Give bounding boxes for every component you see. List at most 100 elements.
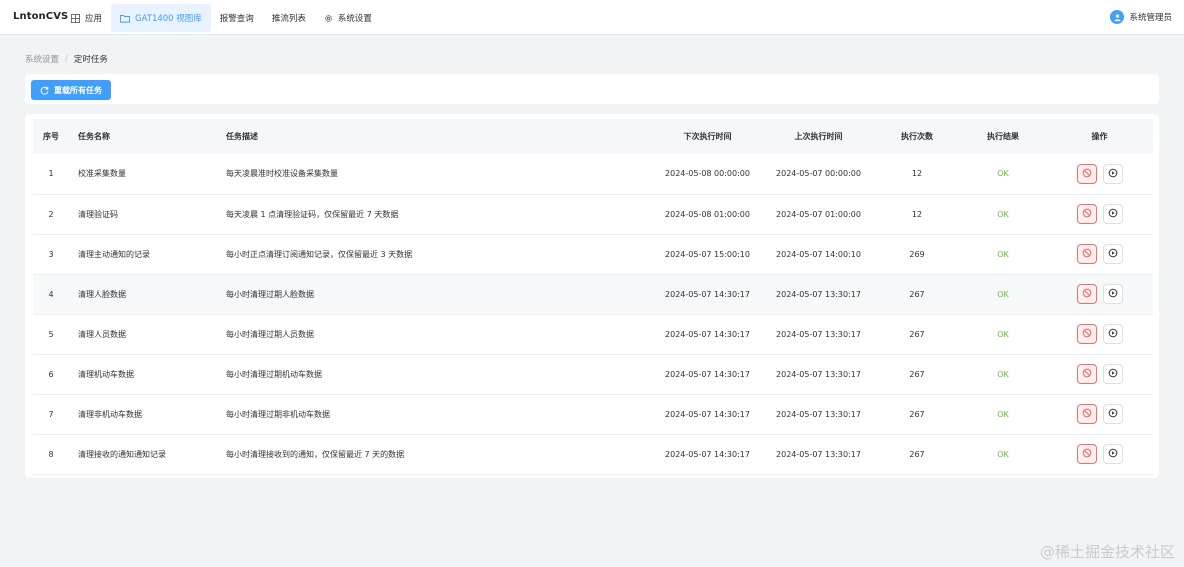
run-task-button[interactable]	[1102, 204, 1123, 224]
run-task-button[interactable]	[1102, 163, 1123, 184]
grid-icon	[71, 13, 80, 23]
ban-icon	[1082, 368, 1092, 380]
cell-index: 4	[33, 274, 69, 315]
nav-item-stream-list[interactable]: 推流列表	[263, 4, 315, 32]
breadcrumb-parent[interactable]: 系统设置	[25, 53, 59, 65]
cell-description: 每小时清理过期机动车数据	[217, 354, 652, 395]
cell-result: OK	[960, 434, 1046, 475]
watermark: @稀土掘金技术社区	[1039, 543, 1175, 561]
run-task-button[interactable]	[1102, 244, 1123, 264]
table-row: 2 清理验证码 每天凌晨 1 点清理验证码，仅保留最近 7 天数据 2024-0…	[33, 194, 1153, 235]
cell-actions	[1046, 234, 1153, 275]
cell-last-run: 2024-05-07 00:00:00	[763, 154, 874, 195]
play-circle-icon	[1108, 328, 1118, 340]
breadcrumb-separator: /	[65, 54, 68, 64]
nav-item-gat1400[interactable]: GAT1400 视图库	[111, 4, 211, 32]
cell-result: OK	[960, 154, 1046, 195]
cell-count: 267	[874, 434, 960, 475]
gear-icon	[324, 14, 333, 23]
cell-actions	[1046, 274, 1153, 315]
nav-item-label: 报警查询	[219, 14, 254, 24]
disable-task-button[interactable]	[1076, 204, 1097, 224]
cell-description: 每小时清理过期人员数据	[217, 314, 652, 355]
disable-task-button[interactable]	[1076, 284, 1097, 304]
run-task-button[interactable]	[1102, 284, 1123, 304]
run-task-button[interactable]	[1102, 364, 1123, 384]
disable-task-button[interactable]	[1076, 244, 1097, 264]
cell-name: 清理机动车数据	[69, 354, 217, 395]
cell-count: 267	[874, 274, 960, 315]
column-header-next-run: 下次执行时间	[652, 119, 763, 154]
reload-button-label: 重载所有任务	[54, 85, 102, 95]
toolbar-card: 重载所有任务	[25, 74, 1159, 104]
cell-count: 267	[874, 354, 960, 395]
run-task-button[interactable]	[1102, 324, 1123, 344]
play-circle-icon	[1108, 208, 1118, 220]
cell-description: 每天凌晨准时校准设备采集数量	[217, 154, 652, 195]
cell-result: OK	[960, 234, 1046, 275]
ban-icon	[1082, 248, 1092, 260]
cell-name: 清理主动通知的记录	[69, 234, 217, 275]
cell-actions	[1046, 434, 1153, 475]
cell-name: 清理人员数据	[69, 314, 217, 355]
play-circle-icon	[1108, 248, 1118, 260]
task-table-card: 序号 任务名称 任务描述 下次执行时间 上次执行时间 执行次数 执行结果 操作 …	[25, 114, 1159, 478]
column-header-name: 任务名称	[69, 119, 217, 154]
cell-last-run: 2024-05-07 13:30:17	[763, 394, 874, 435]
cell-index: 6	[33, 354, 69, 395]
disable-task-button[interactable]	[1076, 364, 1097, 384]
user-menu[interactable]: 系统管理员	[1110, 10, 1172, 24]
refresh-icon	[40, 86, 49, 95]
table-row: 5 清理人员数据 每小时清理过期人员数据 2024-05-07 14:30:17…	[33, 314, 1153, 355]
cell-count: 267	[874, 394, 960, 435]
main-nav: 应用 GAT1400 视图库 报警查询 推流列表 系统设置	[62, 4, 381, 32]
cell-result: OK	[960, 274, 1046, 315]
disable-task-button[interactable]	[1076, 324, 1097, 344]
disable-task-button[interactable]	[1076, 444, 1097, 464]
nav-item-label: 系统设置	[337, 14, 372, 24]
table-row: 8 清理接收的通知通知记录 每小时清理接收到的通知，仅保留最近 7 天的数据 2…	[33, 434, 1153, 475]
cell-actions	[1046, 314, 1153, 355]
cell-result: OK	[960, 354, 1046, 395]
table-row: 7 清理非机动车数据 每小时清理过期非机动车数据 2024-05-07 14:3…	[33, 394, 1153, 435]
nav-item-label: GAT1400 视图库	[135, 14, 202, 24]
cell-name: 清理人脸数据	[69, 274, 217, 315]
ban-icon	[1082, 208, 1092, 220]
reload-all-tasks-button[interactable]: 重载所有任务	[31, 80, 111, 100]
cell-name: 清理验证码	[69, 194, 217, 235]
nav-item-label: 推流列表	[271, 14, 306, 24]
cell-next-run: 2024-05-08 01:00:00	[652, 194, 763, 235]
cell-last-run: 2024-05-07 13:30:17	[763, 274, 874, 315]
nav-item-apps[interactable]: 应用	[62, 4, 111, 32]
nav-item-alarm-query[interactable]: 报警查询	[211, 4, 263, 32]
disable-task-button[interactable]	[1076, 163, 1097, 184]
cell-name: 清理非机动车数据	[69, 394, 217, 435]
table-row: 4 清理人脸数据 每小时清理过期人脸数据 2024-05-07 14:30:17…	[33, 274, 1153, 315]
cell-description: 每小时清理接收到的通知，仅保留最近 7 天的数据	[217, 434, 652, 475]
ban-icon	[1082, 408, 1092, 420]
ban-icon	[1082, 288, 1092, 300]
column-header-actions: 操作	[1046, 119, 1153, 154]
play-circle-icon	[1108, 408, 1118, 420]
breadcrumb-current: 定时任务	[73, 55, 108, 65]
cell-actions	[1046, 354, 1153, 395]
cell-next-run: 2024-05-07 14:30:17	[652, 314, 763, 355]
ban-icon	[1082, 448, 1092, 460]
top-navbar: LntonCVS 应用 GAT1400 视图库 报警查询 推流列表 系统设置 系…	[0, 0, 1184, 35]
cell-next-run: 2024-05-07 14:30:17	[652, 354, 763, 395]
brand-logo-text[interactable]: LntonCVS	[13, 11, 68, 22]
column-header-result: 执行结果	[960, 119, 1046, 154]
cell-name: 清理接收的通知通知记录	[69, 434, 217, 475]
breadcrumb: 系统设置 / 定时任务	[25, 53, 108, 65]
disable-task-button[interactable]	[1076, 404, 1097, 424]
nav-item-system-settings[interactable]: 系统设置	[315, 4, 381, 32]
column-header-index: 序号	[33, 119, 69, 154]
run-task-button[interactable]	[1102, 404, 1123, 424]
cell-last-run: 2024-05-07 13:30:17	[763, 354, 874, 395]
nav-item-label: 应用	[85, 14, 103, 24]
cell-count: 12	[874, 154, 960, 195]
cell-index: 8	[33, 434, 69, 475]
run-task-button[interactable]	[1102, 444, 1123, 464]
user-name: 系统管理员	[1129, 13, 1172, 23]
cell-result: OK	[960, 394, 1046, 435]
